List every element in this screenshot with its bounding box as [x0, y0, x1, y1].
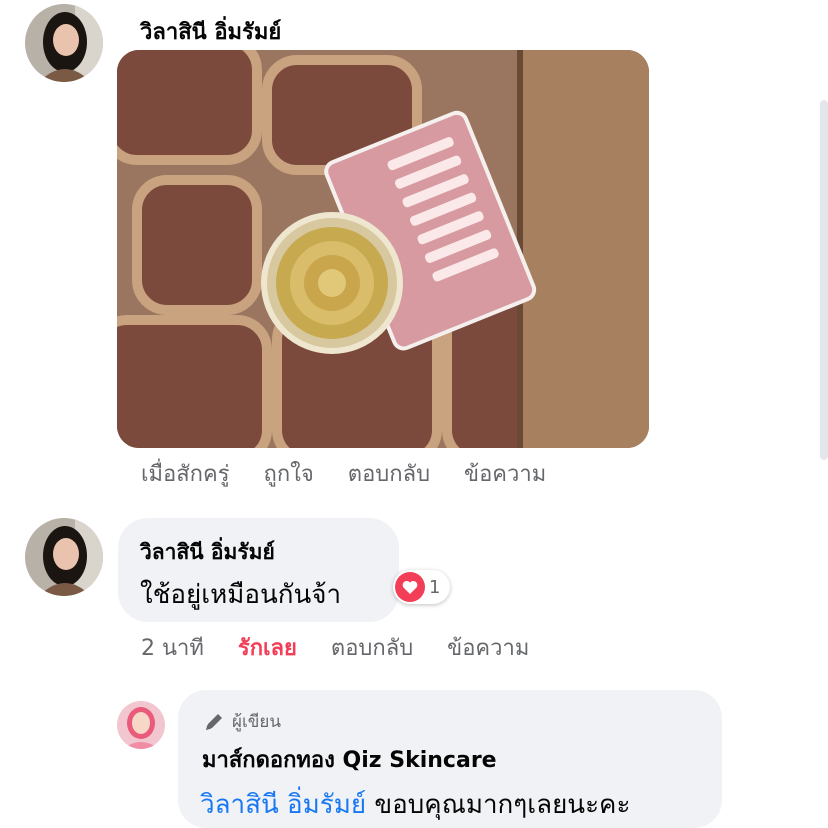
reply-body: วิลาสินี อิ่มรัมย์ ขอบคุณมากๆเลยนะคะ	[200, 784, 630, 825]
comment-bubble[interactable]: วิลาสินี อิ่มรัมย์ ใช้อยู่เหมือนกันจ้า	[118, 518, 399, 622]
comment2-actions: 2 นาที รักเลย ตอบกลับ ข้อความ	[141, 630, 563, 665]
pen-icon	[206, 713, 222, 730]
avatar[interactable]	[117, 701, 165, 749]
reaction-badge[interactable]: 1	[393, 570, 451, 604]
author-badge: ผู้เขียน	[202, 708, 281, 735]
comment1-actions: เมื่อสักครู่ ถูกใจ ตอบกลับ ข้อความ	[141, 456, 580, 491]
message-button[interactable]: ข้อความ	[464, 456, 546, 491]
reply-bubble[interactable]: ผู้เขียน มาส์กดอกทอง Qiz Skincare วิลาสิ…	[178, 690, 722, 828]
mention-link[interactable]: วิลาสินี อิ่มรัมย์	[200, 790, 366, 820]
love-button[interactable]: รักเลย	[238, 630, 297, 665]
timestamp: 2 นาที	[141, 636, 204, 661]
reply-author[interactable]: มาส์กดอกทอง Qiz Skincare	[202, 742, 497, 777]
comment-photo[interactable]	[117, 50, 649, 448]
like-button[interactable]: ถูกใจ	[264, 456, 314, 491]
timestamp: เมื่อสักครู่	[141, 462, 230, 487]
comment-author[interactable]: วิลาสินี อิ่มรัมย์	[140, 536, 275, 569]
scrollbar[interactable]	[820, 100, 828, 460]
reply-text: ขอบคุณมากๆเลยนะคะ	[374, 790, 631, 820]
avatar[interactable]	[25, 518, 103, 596]
heart-icon	[395, 572, 425, 602]
reply-button[interactable]: ตอบกลับ	[348, 456, 430, 491]
reply-button[interactable]: ตอบกลับ	[331, 630, 413, 665]
message-button[interactable]: ข้อความ	[447, 630, 529, 665]
author-badge-label: ผู้เขียน	[232, 712, 281, 732]
reaction-count: 1	[429, 576, 441, 598]
avatar[interactable]	[25, 4, 103, 82]
comment-text: ใช้อยู่เหมือนกันจ้า	[140, 580, 342, 610]
comment-author[interactable]: วิลาสินี อิ่มรัมย์	[140, 14, 281, 49]
